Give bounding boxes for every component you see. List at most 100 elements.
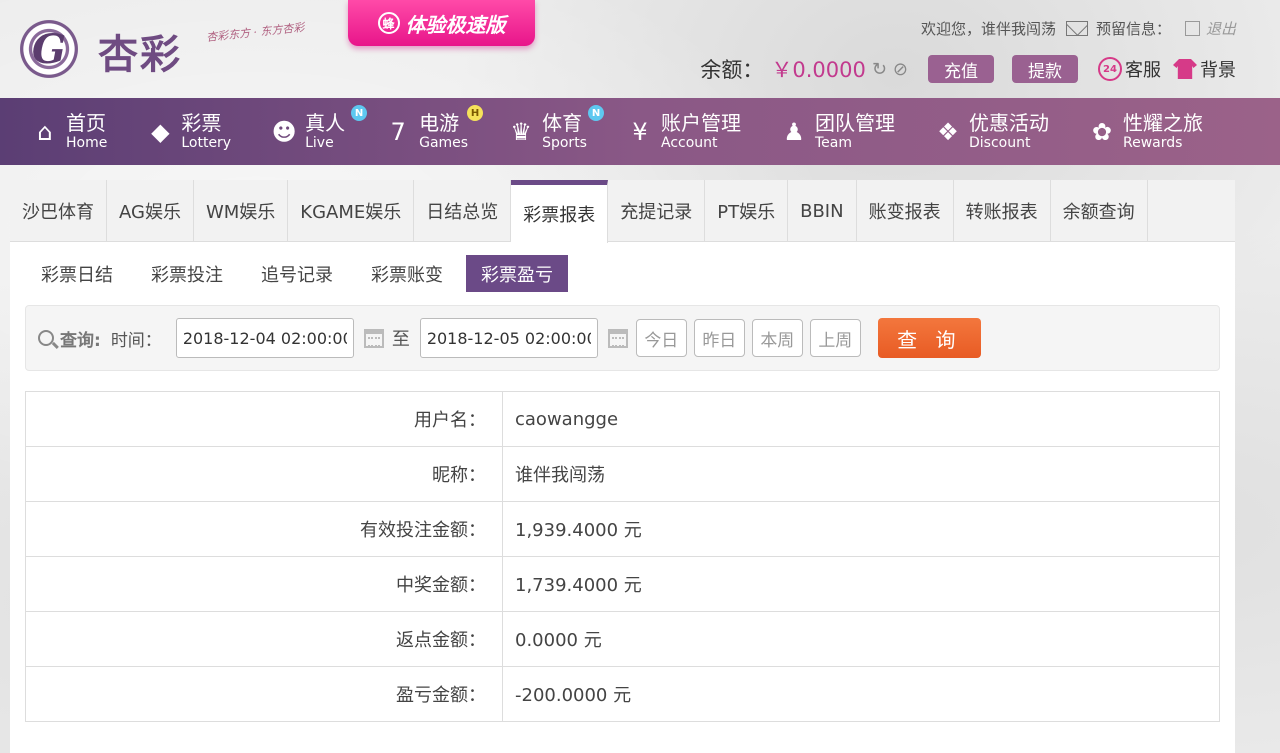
- time-label: 时间：: [110, 330, 162, 351]
- nav-label: 团队管理: [814, 111, 895, 135]
- yesterday-button[interactable]: 昨日: [693, 319, 745, 357]
- this-week-button[interactable]: 本周: [751, 319, 803, 357]
- row-key: 返点金额：: [25, 611, 503, 667]
- tab-wm[interactable]: WM娱乐: [194, 180, 289, 242]
- calendar-icon[interactable]: [363, 328, 384, 348]
- balance-label: 余额：: [700, 58, 764, 82]
- customer-service-label: 客服: [1125, 60, 1161, 81]
- logo[interactable]: G 杏彩 杏彩东方 · 东方杏彩: [10, 8, 320, 92]
- row-value: 1,939.4000 元: [502, 501, 1220, 557]
- table-row: 盈亏金额： -200.0000 元: [25, 666, 1220, 722]
- withdraw-button[interactable]: 提款: [1012, 55, 1078, 83]
- nav-sublabel: Discount: [968, 135, 1031, 151]
- tab-kgame[interactable]: KGAME娱乐: [288, 180, 415, 242]
- tab-ag[interactable]: AG娱乐: [107, 180, 194, 242]
- refresh-icon[interactable]: ↻: [872, 59, 887, 80]
- dealer-icon: ☻: [271, 117, 297, 146]
- nav-rewards[interactable]: ✿ 性耀之旅 Rewards: [1087, 113, 1203, 150]
- hot-badge: H: [467, 105, 484, 121]
- balance-value: ￥0.0000: [771, 58, 866, 82]
- row-value: -200.0000 元: [515, 685, 632, 706]
- header: G 杏彩 杏彩东方 · 东方杏彩 蜂 体验极速版 欢迎您， 谁伴我闯荡 预留信息…: [0, 0, 1280, 98]
- nav-discount[interactable]: ❖ 优惠活动 Discount: [933, 113, 1049, 150]
- welcome-text: 欢迎您，: [920, 19, 981, 38]
- speed-icon: 蜂: [377, 12, 400, 34]
- new-badge: N: [351, 105, 368, 121]
- query-bar: 查询: 时间： 至 今日 昨日 本周 上周 查 询: [25, 305, 1220, 371]
- hide-balance-icon[interactable]: ⊘: [893, 59, 908, 80]
- nav-sublabel: Sports: [542, 135, 587, 151]
- start-date-input[interactable]: [175, 318, 354, 358]
- query-button[interactable]: 查 询: [877, 318, 981, 358]
- nav-label: 体育: [542, 111, 583, 135]
- nav-label: 性耀之旅: [1122, 111, 1203, 135]
- nav-sublabel: Games: [419, 135, 469, 151]
- nav-lottery[interactable]: ◆ 彩票 Lottery: [145, 113, 231, 150]
- nav-sublabel: Lottery: [181, 135, 232, 151]
- tab-deposit-withdraw[interactable]: 充提记录: [608, 180, 706, 242]
- edit-icon[interactable]: [1184, 20, 1200, 36]
- nav-sublabel: Live: [305, 135, 334, 151]
- nav-label: 真人: [305, 111, 346, 135]
- tab-balance-query[interactable]: 余额查询: [1051, 180, 1148, 242]
- speed-version-button[interactable]: 蜂 体验极速版: [348, 0, 535, 46]
- nav-live[interactable]: ☻ 真人 Live N: [269, 105, 368, 151]
- team-icon: ♟: [783, 117, 805, 146]
- recharge-button[interactable]: 充值: [928, 55, 994, 83]
- mail-icon[interactable]: [1065, 20, 1088, 36]
- tab-bbin[interactable]: BBIN: [788, 180, 857, 242]
- logout-link[interactable]: 退出: [1206, 18, 1236, 39]
- nav-label: 账户管理: [660, 111, 741, 135]
- row-value: 1,739.4000 元: [502, 556, 1220, 612]
- nav-label: 电游: [419, 111, 460, 135]
- subtab-chase-records[interactable]: 追号记录: [246, 255, 348, 292]
- today-button[interactable]: 今日: [635, 319, 687, 357]
- nav-home[interactable]: ⌂ 首页 Home: [30, 113, 107, 150]
- new-badge: N: [588, 105, 605, 121]
- nav-account[interactable]: ¥ 账户管理 Account: [625, 113, 741, 150]
- subtab-lottery-daily[interactable]: 彩票日结: [26, 255, 128, 292]
- calendar-icon[interactable]: [607, 328, 628, 348]
- row-key: 用户名：: [25, 391, 503, 447]
- row-value: 0.0000 元: [502, 611, 1220, 667]
- subtab-lottery-profit-loss[interactable]: 彩票盈亏: [466, 255, 568, 292]
- subtab-lottery-bets[interactable]: 彩票投注: [136, 255, 238, 292]
- balance-row: 余额： ￥0.0000 ↻ ⊘ 充值 提款 24 客服 背景: [700, 54, 1236, 84]
- nav-sports[interactable]: ♛ 体育 Sports N: [506, 105, 605, 151]
- gift-icon: ❖: [937, 117, 959, 146]
- nav-sublabel: Account: [660, 135, 718, 151]
- tab-transfer[interactable]: 转账报表: [954, 180, 1051, 242]
- nav-sublabel: Team: [814, 135, 852, 151]
- tab-saba-sports[interactable]: 沙巴体育: [10, 180, 107, 242]
- logo-text: 杏彩: [98, 31, 182, 78]
- background-link[interactable]: 背景: [1173, 56, 1236, 82]
- row-value: caowangge: [502, 391, 1220, 447]
- subtab-lottery-account-change[interactable]: 彩票账变: [356, 255, 458, 292]
- background-label: 背景: [1200, 60, 1236, 81]
- logo-emblem-icon: G: [10, 10, 88, 88]
- nav-label: 首页: [66, 111, 106, 135]
- home-icon: ⌂: [37, 117, 53, 146]
- nav-team[interactable]: ♟ 团队管理 Team: [779, 113, 895, 150]
- tab-lottery-report[interactable]: 彩票报表: [511, 180, 609, 243]
- tab-pt[interactable]: PT娱乐: [705, 180, 789, 242]
- table-row: 用户名： caowangge: [25, 391, 1220, 447]
- row-key: 昵称：: [25, 446, 503, 502]
- nav-sublabel: Home: [66, 135, 108, 151]
- logo-emblem-char: G: [31, 25, 67, 73]
- row-key: 盈亏金额：: [25, 666, 503, 722]
- main-nav: ⌂ 首页 Home ◆ 彩票 Lottery ☻ 真人 Live N 7 电游 Game…: [0, 98, 1280, 165]
- tab-account-change[interactable]: 账变报表: [857, 180, 954, 242]
- table-row: 昵称： 谁伴我闯荡: [25, 446, 1220, 502]
- customer-service-link[interactable]: 24 客服: [1098, 56, 1161, 82]
- end-date-input[interactable]: [419, 318, 598, 358]
- report-panel: 沙巴体育 AG娱乐 WM娱乐 KGAME娱乐 日结总览 彩票报表 充提记录 PT…: [10, 180, 1235, 753]
- nav-label: 彩票: [181, 111, 222, 135]
- row-value: 谁伴我闯荡: [502, 446, 1220, 502]
- nav-games[interactable]: 7 电游 Games H: [383, 105, 484, 151]
- to-label: 至: [391, 329, 410, 350]
- tab-daily-overview[interactable]: 日结总览: [414, 180, 512, 242]
- slot-seven-icon: 7: [390, 117, 406, 146]
- last-week-button[interactable]: 上周: [809, 319, 861, 357]
- table-row: 有效投注金额： 1,939.4000 元: [25, 501, 1220, 557]
